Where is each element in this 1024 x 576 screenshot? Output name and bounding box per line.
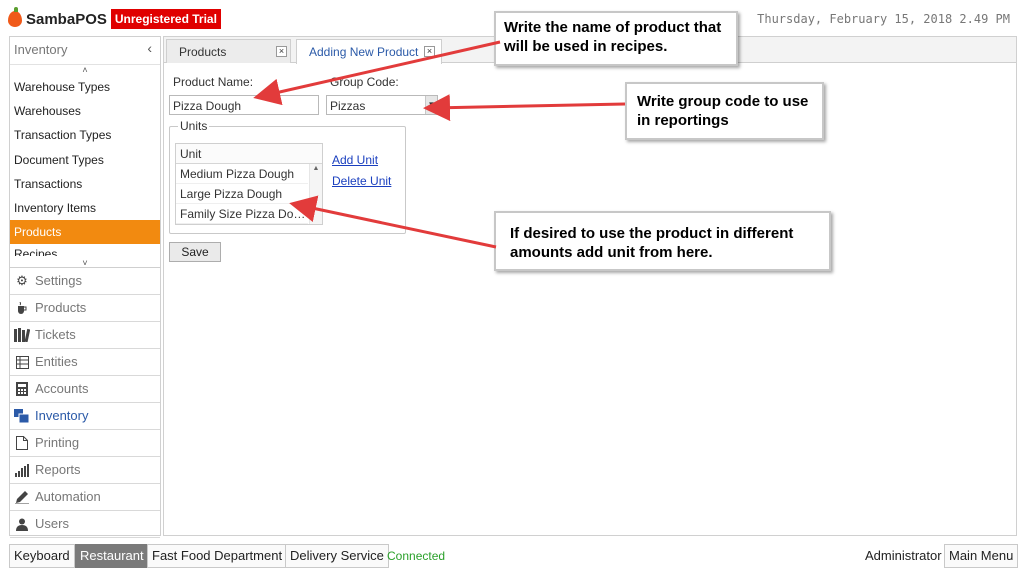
nav-item-users[interactable]: Users: [10, 511, 160, 538]
tab-adding-new-product[interactable]: Adding New Product ×: [296, 39, 442, 64]
add-unit-link[interactable]: Add Unit: [332, 153, 378, 167]
scroll-up-icon[interactable]: ▲: [310, 164, 322, 174]
nav-item-accounts[interactable]: Accounts: [10, 376, 160, 403]
nav-item-settings[interactable]: ⚙ Settings: [10, 268, 160, 295]
fast-food-department-button[interactable]: Fast Food Department: [147, 544, 288, 568]
nav-item-label: Accounts: [35, 381, 89, 396]
nav-item-label: Printing: [35, 435, 80, 450]
group-code-combobox[interactable]: Pizzas ▼: [326, 95, 438, 115]
submenu-item-transaction-types[interactable]: Transaction Types: [10, 123, 160, 147]
group-code-label: Group Code:: [330, 75, 399, 89]
sidebar-header: Inventory ‹: [10, 37, 160, 65]
product-name-label: Product Name:: [173, 75, 254, 89]
annotation-product-name: Write the name of product that will be u…: [494, 11, 738, 66]
tomato-logo-icon: [8, 7, 22, 27]
nav-item-automation[interactable]: Automation: [10, 484, 160, 511]
group-code-value: Pizzas: [330, 99, 366, 113]
scroll-down-icon[interactable]: ˅: [10, 258, 160, 268]
submenu-item-document-types[interactable]: Document Types: [10, 148, 160, 172]
nav-item-products[interactable]: Products: [10, 295, 160, 322]
nav-item-label: Settings: [35, 273, 82, 288]
submenu-item-recipes[interactable]: Recipes: [10, 244, 160, 256]
current-user: Administrator: [865, 548, 942, 563]
units-grid[interactable]: Unit Medium Pizza Dough Large Pizza Doug…: [175, 143, 323, 225]
main-menu-button[interactable]: Main Menu: [944, 544, 1019, 568]
books-icon: [14, 327, 30, 343]
sidebar-title: Inventory: [14, 42, 68, 57]
tab-label: Adding New Product: [309, 45, 419, 59]
nav-item-label: Users: [35, 516, 69, 531]
delete-unit-link[interactable]: Delete Unit: [332, 174, 391, 188]
annotation-group-code: Write group code to use in reportings: [625, 82, 824, 140]
submenu-item-transactions[interactable]: Transactions: [10, 172, 160, 196]
product-name-input[interactable]: Pizza Dough: [169, 95, 319, 115]
nav-item-label: Automation: [35, 489, 101, 504]
chevron-down-icon[interactable]: ▼: [425, 96, 437, 114]
annotation-units: If desired to use the product in differe…: [494, 211, 831, 271]
unit-row[interactable]: Large Pizza Dough: [176, 184, 308, 204]
app-name: SambaPOS: [26, 10, 107, 28]
trial-badge: Unregistered Trial: [110, 9, 221, 29]
inventory-icon: [14, 408, 30, 424]
submenu-item-products[interactable]: Products: [10, 220, 160, 245]
bar-chart-icon: [14, 462, 30, 478]
connection-status: Connected: [387, 549, 446, 563]
delivery-service-button[interactable]: Delivery Service: [285, 544, 389, 568]
datetime-display: Thursday, February 15, 2018 2.49 PM: [757, 12, 1010, 26]
nav-item-printing[interactable]: Printing: [10, 430, 160, 457]
table-icon: [14, 354, 30, 370]
nav-item-label: Tickets: [35, 327, 76, 342]
cup-icon: [14, 300, 30, 316]
main-panel: Products × Adding New Product × Product …: [163, 36, 1017, 536]
nav-item-reports[interactable]: Reports: [10, 457, 160, 484]
nav-item-entities[interactable]: Entities: [10, 349, 160, 376]
units-groupbox: Units Unit Medium Pizza Dough Large Pizz…: [169, 119, 406, 234]
units-column-header[interactable]: Unit: [176, 144, 322, 164]
restaurant-button[interactable]: Restaurant: [75, 544, 149, 568]
nav-item-label: Inventory: [35, 408, 89, 423]
nav-item-tickets[interactable]: Tickets: [10, 322, 160, 349]
units-legend: Units: [178, 119, 210, 133]
submenu-item-warehouse-types[interactable]: Warehouse Types: [10, 75, 160, 99]
tab-products[interactable]: Products ×: [166, 39, 291, 63]
scroll-up-icon[interactable]: ˄: [10, 65, 160, 75]
user-icon: [14, 516, 30, 532]
calculator-icon: [14, 381, 30, 397]
document-icon: [14, 435, 30, 451]
app-logo: SambaPOS Unregistered Trial: [8, 7, 221, 29]
unit-row[interactable]: Medium Pizza Dough: [176, 164, 308, 184]
unit-row[interactable]: Family Size Pizza Dough: [176, 204, 308, 224]
nav-item-label: Entities: [35, 354, 78, 369]
units-scrollbar[interactable]: ▲: [309, 164, 322, 224]
close-icon[interactable]: ×: [424, 46, 435, 57]
tab-label: Products: [179, 45, 227, 59]
nav-item-inventory[interactable]: Inventory: [10, 403, 160, 430]
nav-item-label: Reports: [35, 462, 81, 477]
nav-item-label: Products: [35, 300, 87, 315]
close-icon[interactable]: ×: [276, 46, 287, 57]
sidebar: Inventory ‹ ˄ Warehouse Types Warehouses…: [9, 36, 161, 538]
gear-icon: ⚙: [16, 273, 28, 288]
inventory-submenu: Warehouse Types Warehouses Transaction T…: [10, 75, 160, 258]
save-button[interactable]: Save: [169, 242, 221, 262]
collapse-chevron-icon[interactable]: ‹: [147, 40, 152, 56]
bottom-bar: Keyboard Restaurant Fast Food Department…: [0, 540, 1024, 576]
submenu-item-inventory-items[interactable]: Inventory Items: [10, 196, 160, 220]
submenu-item-warehouses[interactable]: Warehouses: [10, 99, 160, 123]
pen-icon: [14, 489, 30, 505]
keyboard-button[interactable]: Keyboard: [9, 544, 75, 568]
